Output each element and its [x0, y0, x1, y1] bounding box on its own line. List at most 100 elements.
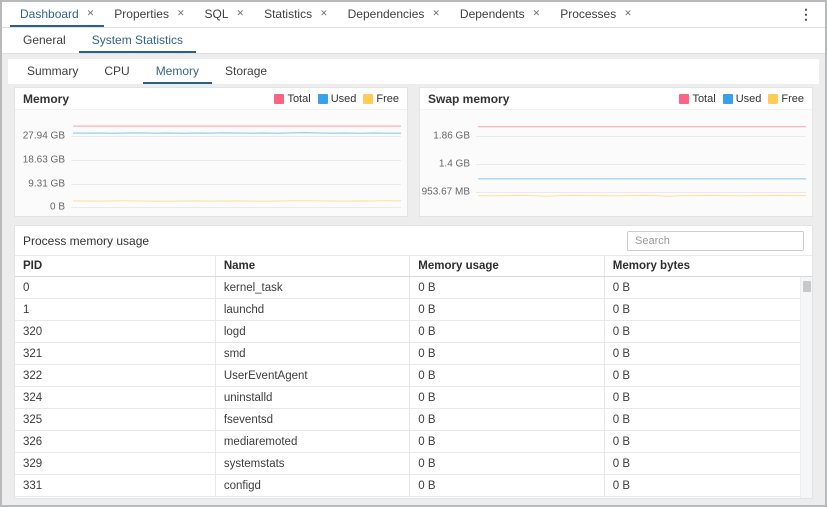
- system-statistics-tab-bar: SummaryCPUMemoryStorage: [8, 59, 819, 84]
- cell-name: mediaremoted: [216, 431, 410, 452]
- tab-cpu[interactable]: CPU: [91, 59, 142, 84]
- cell-pid: 320: [15, 321, 216, 342]
- tab-label: Statistics: [264, 7, 312, 21]
- tab-sql[interactable]: SQL✕: [195, 2, 255, 27]
- cell-memory-usage: 0 B: [410, 277, 604, 298]
- cell-memory-bytes: 0 B: [605, 387, 812, 408]
- column-header-memory-usage[interactable]: Memory usage: [410, 256, 604, 276]
- table-row[interactable]: 329systemstats0 B0 B: [15, 453, 812, 475]
- cell-name: kernel_task: [216, 277, 410, 298]
- close-icon[interactable]: ✕: [432, 9, 440, 18]
- axis-tick-label: 27.94 GB: [15, 131, 65, 142]
- cell-memory-usage: 0 B: [410, 475, 604, 496]
- close-icon[interactable]: ✕: [177, 9, 185, 18]
- legend-swatch: [363, 94, 373, 104]
- cell-pid: 325: [15, 409, 216, 430]
- cell-memory-bytes: 0 B: [605, 453, 812, 474]
- pgadmin-window: Dashboard✕Properties✕SQL✕Statistics✕Depe…: [0, 0, 827, 507]
- axis-tick-label: 1.86 GB: [420, 131, 470, 142]
- column-header-name[interactable]: Name: [216, 256, 410, 276]
- chart-plot: 27.94 GB18.63 GB9.31 GB0 B: [15, 110, 407, 216]
- cell-memory-usage: 0 B: [410, 365, 604, 386]
- cell-memory-usage: 0 B: [410, 299, 604, 320]
- column-header-memory-bytes[interactable]: Memory bytes: [605, 256, 812, 276]
- cell-memory-usage: 0 B: [410, 343, 604, 364]
- legend-item-free: Free: [363, 93, 399, 105]
- legend-item-used: Used: [318, 93, 357, 105]
- tab-dependencies[interactable]: Dependencies ✕: [338, 2, 450, 27]
- table-row[interactable]: 322UserEventAgent0 B0 B: [15, 365, 812, 387]
- cell-memory-usage: 0 B: [410, 321, 604, 342]
- cell-name: fseventsd: [216, 409, 410, 430]
- legend-item-used: Used: [723, 93, 762, 105]
- tab-label: Dependents: [460, 7, 525, 21]
- scrollbar-thumb[interactable]: [803, 281, 811, 292]
- column-header-pid[interactable]: PID: [15, 256, 216, 276]
- legend-label: Total: [287, 93, 310, 105]
- chart-panel-memory: MemoryTotalUsedFree27.94 GB18.63 GB9.31 …: [14, 87, 408, 217]
- tab-system-statistics[interactable]: System Statistics: [79, 28, 196, 53]
- cell-memory-bytes: 0 B: [605, 343, 812, 364]
- table-row[interactable]: 324uninstalld0 B0 B: [15, 387, 812, 409]
- legend-label: Total: [692, 93, 715, 105]
- dashboard-content: SummaryCPUMemoryStorage Memory Total Used F…: [2, 54, 825, 505]
- cell-memory-bytes: 0 B: [605, 321, 812, 342]
- scrollbar[interactable]: [800, 277, 812, 498]
- table-row[interactable]: 0kernel_task0 B0 B: [15, 277, 812, 299]
- dashboard-tab-bar: GeneralSystem Statistics: [2, 28, 825, 54]
- table-row[interactable]: 320logd0 B0 B: [15, 321, 812, 343]
- table-row[interactable]: 1launchd0 B0 B: [15, 299, 812, 321]
- cell-memory-usage: 0 B: [410, 387, 604, 408]
- table-row[interactable]: 321smd0 B0 B: [15, 343, 812, 365]
- search-input[interactable]: [627, 231, 804, 251]
- tab-label: Properties: [114, 7, 169, 21]
- close-icon[interactable]: ✕: [320, 9, 328, 18]
- cell-memory-bytes: 0 B: [605, 409, 812, 430]
- main-tab-bar: Dashboard✕Properties✕SQL✕Statistics✕Depe…: [2, 2, 825, 28]
- tab-memory[interactable]: Memory: [143, 59, 212, 84]
- series-line-used: [73, 133, 401, 134]
- close-icon[interactable]: ✕: [624, 9, 632, 18]
- cell-name: systemstats: [216, 453, 410, 474]
- cell-pid: 1: [15, 299, 216, 320]
- cell-pid: 331: [15, 475, 216, 496]
- close-icon[interactable]: ✕: [237, 9, 245, 18]
- legend-item-total: Total: [679, 93, 715, 105]
- cell-memory-usage: 0 B: [410, 453, 604, 474]
- table-title: Process memory usage: [23, 234, 149, 248]
- tab-statistics[interactable]: Statistics ✕: [254, 2, 338, 27]
- tab-label: Processes: [560, 7, 616, 21]
- kebab-menu-icon[interactable]: ⋮: [787, 2, 825, 27]
- tab-storage[interactable]: Storage: [212, 59, 280, 84]
- chart-title: Swap memory: [428, 92, 509, 106]
- legend-label: Free: [781, 93, 804, 105]
- table-row[interactable]: 326mediaremoted0 B0 B: [15, 431, 812, 453]
- chart-panel-swap-memory: Swap memory Total Used Free 1.86 GB1.4 GB953…: [419, 87, 813, 217]
- tab-dashboard[interactable]: Dashboard ✕: [10, 2, 104, 27]
- tab-label: Dashboard: [20, 7, 79, 21]
- tab-dependents[interactable]: Dependents ✕: [450, 2, 550, 27]
- chart-legend: Total Used Free: [274, 93, 399, 105]
- table-titlebar: Process memory usage: [15, 226, 812, 256]
- tab-properties[interactable]: Properties ✕: [104, 2, 194, 27]
- charts-row: MemoryTotalUsedFree27.94 GB18.63 GB9.31 …: [8, 87, 819, 217]
- legend-item-free: Free: [768, 93, 804, 105]
- cell-name: uninstalld: [216, 387, 410, 408]
- table-body: 0kernel_task0 B0 B1launchd0 B0 B320logd0…: [15, 277, 812, 498]
- axis-tick-label: 0 B: [15, 202, 65, 213]
- cell-pid: 0: [15, 277, 216, 298]
- legend-item-total: Total: [274, 93, 310, 105]
- cell-memory-bytes: 0 B: [605, 475, 812, 496]
- tab-general[interactable]: General: [10, 28, 79, 53]
- table-row[interactable]: 331configd0 B0 B: [15, 475, 812, 497]
- close-icon[interactable]: ✕: [533, 9, 541, 18]
- tab-summary[interactable]: Summary: [14, 59, 91, 84]
- close-icon[interactable]: ✕: [87, 9, 95, 18]
- chart-plot: 1.86 GB1.4 GB953.67 MB: [420, 110, 812, 216]
- cell-name: configd: [216, 475, 410, 496]
- tab-label: Dependencies: [348, 7, 425, 21]
- tab-processes[interactable]: Processes ✕: [550, 2, 642, 27]
- cell-memory-bytes: 0 B: [605, 365, 812, 386]
- cell-pid: 324: [15, 387, 216, 408]
- table-row[interactable]: 325fseventsd0 B0 B: [15, 409, 812, 431]
